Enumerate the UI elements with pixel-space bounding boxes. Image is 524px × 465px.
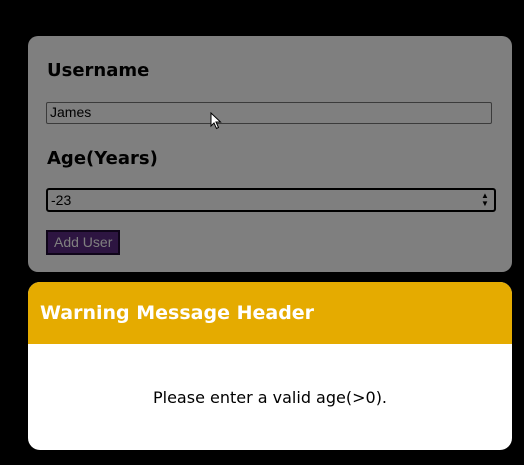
modal-header: Warning Message Header (28, 282, 512, 344)
modal-title: Warning Message Header (40, 302, 315, 324)
warning-modal: Warning Message Header Please enter a va… (28, 282, 512, 450)
modal-body: Please enter a valid age(>0). (28, 344, 512, 450)
modal-message: Please enter a valid age(>0). (152, 387, 388, 407)
mouse-cursor-icon (210, 112, 222, 130)
page: Username James Age(Years) -23 ▲▼ Add Use… (0, 0, 524, 465)
